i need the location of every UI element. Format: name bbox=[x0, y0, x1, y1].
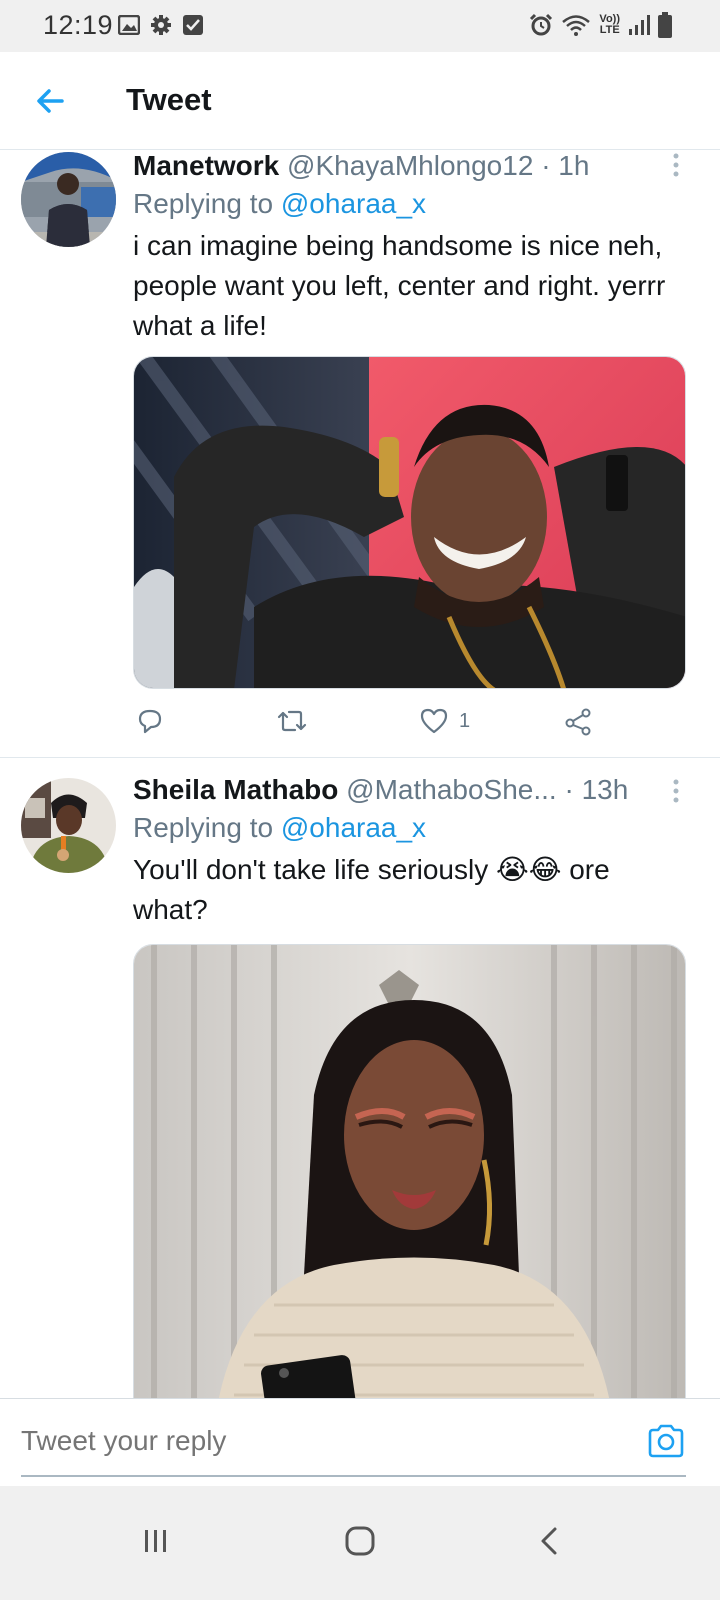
volte-bottom-text: LTE bbox=[599, 24, 620, 36]
retweet-icon bbox=[277, 710, 307, 732]
heart-icon bbox=[420, 708, 448, 734]
camera-button[interactable] bbox=[646, 1421, 686, 1461]
home-button[interactable] bbox=[330, 1516, 390, 1566]
status-left-icons bbox=[118, 14, 204, 36]
reply-button[interactable] bbox=[135, 706, 165, 736]
more-vertical-icon bbox=[673, 779, 679, 803]
alarm-icon bbox=[530, 13, 553, 36]
tweet-manetwork[interactable]: Manetwork @KhayaMhlongo12 · 1h Replying … bbox=[0, 150, 720, 758]
reply-input[interactable] bbox=[21, 1425, 581, 1457]
tweet-text: i can imagine being handsome is nice neh… bbox=[133, 230, 666, 341]
status-bar: 12:19 Vo)) LTE bbox=[0, 0, 720, 52]
separator-dot: · bbox=[564, 774, 574, 805]
more-vertical-icon bbox=[673, 153, 679, 177]
tweet-sheila-mathabo[interactable]: Sheila Mathabo @MathaboShe... · 13h Repl… bbox=[0, 758, 720, 1424]
replying-to: Replying to @oharaa_x bbox=[133, 184, 686, 224]
replying-to-handle[interactable]: @oharaa_x bbox=[281, 188, 426, 219]
share-icon bbox=[565, 708, 591, 736]
status-time: 12:19 bbox=[43, 10, 114, 40]
tweet-time[interactable]: 1h bbox=[558, 150, 589, 181]
back-icon bbox=[541, 1527, 557, 1555]
back-nav-button[interactable] bbox=[520, 1516, 580, 1566]
status-right-icons: Vo)) LTE bbox=[529, 12, 672, 38]
like-count: 1 bbox=[459, 709, 471, 732]
reply-input-underline bbox=[21, 1475, 686, 1477]
wifi-icon bbox=[562, 15, 591, 36]
like-button[interactable]: 1 bbox=[419, 706, 470, 736]
tweet-text: You'll don't take life seriously 😭😂 ore … bbox=[133, 854, 610, 925]
signal-icon bbox=[629, 15, 650, 35]
tweet-header: Manetwork @KhayaMhlongo12 · 1h bbox=[133, 148, 686, 184]
top-app-bar: Tweet bbox=[0, 52, 720, 150]
page-title: Tweet bbox=[126, 82, 212, 117]
camera-icon bbox=[648, 1424, 684, 1458]
tweet-content: Sheila Mathabo @MathaboShe... · 13h Repl… bbox=[133, 772, 686, 930]
tweet-header: Sheila Mathabo @MathaboShe... · 13h bbox=[133, 772, 686, 808]
volte-indicator: Vo)) LTE bbox=[599, 14, 620, 36]
reply-icon bbox=[138, 709, 162, 734]
image-icon bbox=[118, 15, 140, 35]
author-name[interactable]: Sheila Mathabo bbox=[133, 774, 338, 805]
recents-button[interactable] bbox=[126, 1516, 186, 1566]
tweet-media-image[interactable] bbox=[133, 356, 686, 689]
replying-to-prefix: Replying to bbox=[133, 188, 274, 219]
tweet-time[interactable]: 13h bbox=[582, 774, 629, 805]
back-button[interactable] bbox=[28, 78, 74, 124]
system-nav-bar bbox=[0, 1486, 720, 1600]
home-icon bbox=[345, 1526, 375, 1556]
replying-to: Replying to @oharaa_x bbox=[133, 808, 686, 848]
tweet-actions: 1 bbox=[133, 706, 686, 746]
author-name[interactable]: Manetwork bbox=[133, 150, 279, 181]
avatar[interactable] bbox=[21, 152, 116, 247]
tweet-media-image[interactable] bbox=[133, 944, 686, 1424]
retweet-button[interactable] bbox=[275, 706, 309, 736]
more-options-button[interactable] bbox=[670, 778, 682, 808]
separator-dot: · bbox=[541, 150, 551, 181]
battery-icon bbox=[658, 12, 672, 38]
replying-to-prefix: Replying to bbox=[133, 812, 274, 843]
share-button[interactable] bbox=[563, 706, 593, 736]
recents-icon bbox=[145, 1530, 166, 1552]
arrow-left-icon bbox=[37, 89, 64, 113]
checkbox-icon bbox=[183, 15, 203, 35]
replying-to-handle[interactable]: @oharaa_x bbox=[281, 812, 426, 843]
avatar[interactable] bbox=[21, 778, 116, 873]
reply-composer bbox=[0, 1398, 720, 1486]
tweet-content: Manetwork @KhayaMhlongo12 · 1h Replying … bbox=[133, 148, 686, 346]
author-handle[interactable]: @KhayaMhlongo12 bbox=[287, 150, 533, 181]
gear-icon bbox=[151, 15, 171, 35]
more-options-button[interactable] bbox=[670, 152, 682, 182]
author-handle[interactable]: @MathaboShe... bbox=[346, 774, 557, 805]
